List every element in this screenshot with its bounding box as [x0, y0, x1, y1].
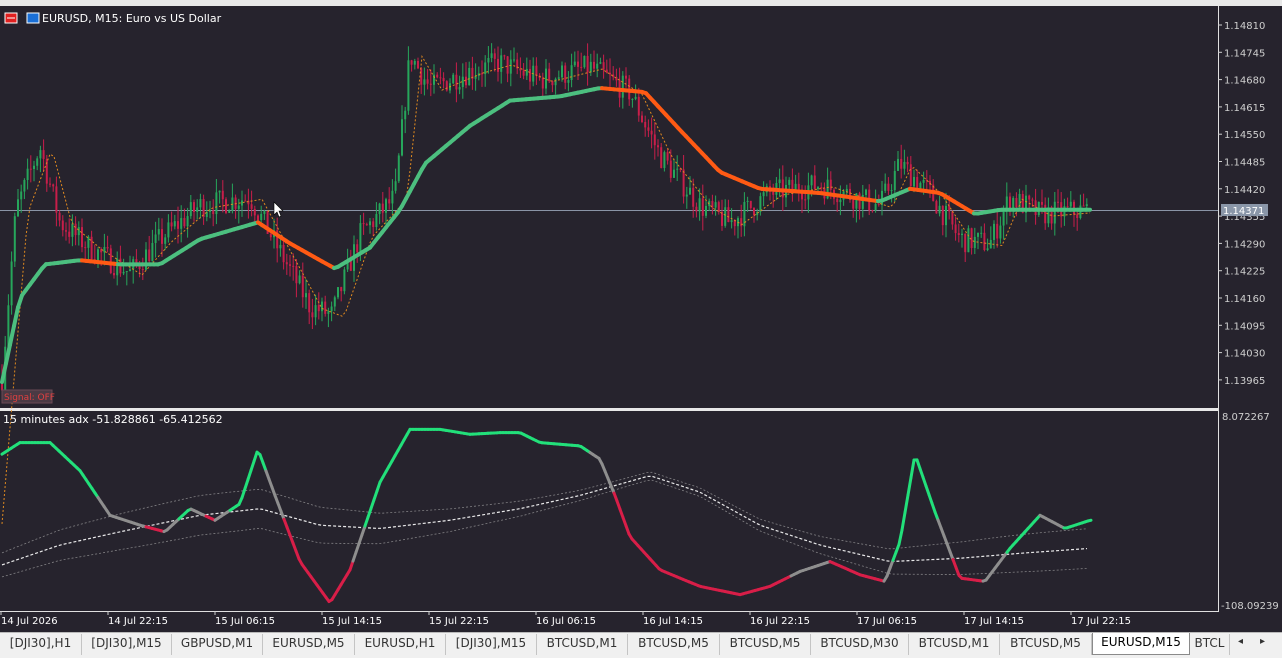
chart-tab[interactable]: BTCUSD,M5: [720, 634, 811, 655]
price-axis-label: 1.14095: [1224, 321, 1265, 332]
price-axis-label: 1.14420: [1224, 185, 1265, 196]
price-axis-label: 1.14290: [1224, 239, 1265, 250]
tab-scroll-right-icon[interactable]: ▸: [1260, 636, 1265, 647]
chart-tab[interactable]: [DJI30],M15: [446, 634, 537, 655]
time-axis-label: 16 Jul 14:15: [643, 616, 703, 627]
chart-tabs-bar: [DJI30],H1[DJI30],M15GBPUSD,M1EURUSD,M5E…: [0, 632, 1282, 658]
chart-tab[interactable]: BTCL: [1190, 634, 1230, 655]
chart-canvas[interactable]: EURUSD, M15: Euro vs US Dollar Signal: O…: [0, 6, 1282, 632]
price-axis-label: 1.14745: [1224, 48, 1265, 59]
price-axis[interactable]: 1.14810 1.14745 1.14680 1.14615 1.14550 1.144…: [1218, 21, 1265, 387]
mouse-cursor: [274, 202, 283, 217]
time-axis-label: 14 Jul 22:15: [108, 616, 168, 627]
time-axis-label: 16 Jul 22:15: [750, 616, 810, 627]
chart-tab[interactable]: [DJI30],M15: [82, 634, 172, 655]
time-axis-label: 17 Jul 22:15: [1071, 616, 1131, 627]
price-axis-label: 1.14485: [1224, 158, 1265, 169]
time-axis-label: 17 Jul 06:15: [857, 616, 917, 627]
chart-tab[interactable]: EURUSD,M5: [263, 634, 355, 655]
chart-tab[interactable]: BTCUSD,M5: [628, 634, 720, 655]
time-axis-label: 15 Jul 06:15: [215, 616, 275, 627]
symbol-title: EURUSD, M15: Euro vs US Dollar: [42, 12, 222, 25]
indicator-label: 15 minutes adx -51.828861 -65.412562: [3, 413, 223, 426]
price-axis-label: 1.14680: [1224, 76, 1265, 87]
tab-scroll-left-icon[interactable]: ◂: [1238, 636, 1243, 647]
chart-tab[interactable]: BTCUSD,M30: [811, 634, 909, 655]
price-axis-label: 1.14225: [1224, 267, 1265, 278]
price-axis-label: 1.14030: [1224, 349, 1265, 360]
indicator-scale-min: -108.09239: [1221, 601, 1279, 612]
chart-tab[interactable]: BTCUSD,M1: [909, 634, 1000, 655]
time-axis-label: 15 Jul 22:15: [429, 616, 489, 627]
chart-tab[interactable]: EURUSD,H1: [355, 634, 446, 655]
trade-icon: [27, 13, 39, 23]
signal-label: Signal: OFF: [4, 393, 55, 403]
price-axis-label: 1.13965: [1224, 376, 1265, 387]
moving-average-lines: [2, 57, 1090, 524]
chart-tab[interactable]: GBPUSD,M1: [172, 634, 263, 655]
cursor-arrow-icon: [274, 202, 283, 217]
chart-tab[interactable]: EURUSD,M15: [1092, 633, 1190, 655]
chart-tab[interactable]: BTCUSD,M1: [537, 634, 628, 655]
chart-tab[interactable]: [DJI30],H1: [0, 634, 82, 655]
symbol-icons: EURUSD, M15: Euro vs US Dollar: [5, 12, 222, 25]
price-axis-label: 1.14810: [1224, 21, 1265, 32]
indicator-scale-max: 8.072267: [1222, 412, 1270, 423]
price-axis-label: 1.14550: [1224, 130, 1265, 141]
current-price-value: 1.14371: [1223, 206, 1264, 217]
price-axis-label: 1.14615: [1224, 103, 1265, 114]
time-axis-label: 15 Jul 14:15: [322, 616, 382, 627]
time-axis-label: 14 Jul 2026: [1, 616, 58, 627]
chart-tab[interactable]: BTCUSD,M5: [1000, 634, 1092, 655]
price-axis-label: 1.14160: [1224, 294, 1265, 305]
time-axis-label: 17 Jul 14:15: [964, 616, 1024, 627]
chart-window[interactable]: EURUSD, M15: Euro vs US Dollar Signal: O…: [0, 6, 1282, 632]
time-axis[interactable]: 14 Jul 2026 14 Jul 22:15 15 Jul 06:15 15 Ju…: [1, 611, 1131, 627]
adx-indicator-lines: [2, 429, 1091, 601]
time-axis-label: 16 Jul 06:15: [536, 616, 596, 627]
